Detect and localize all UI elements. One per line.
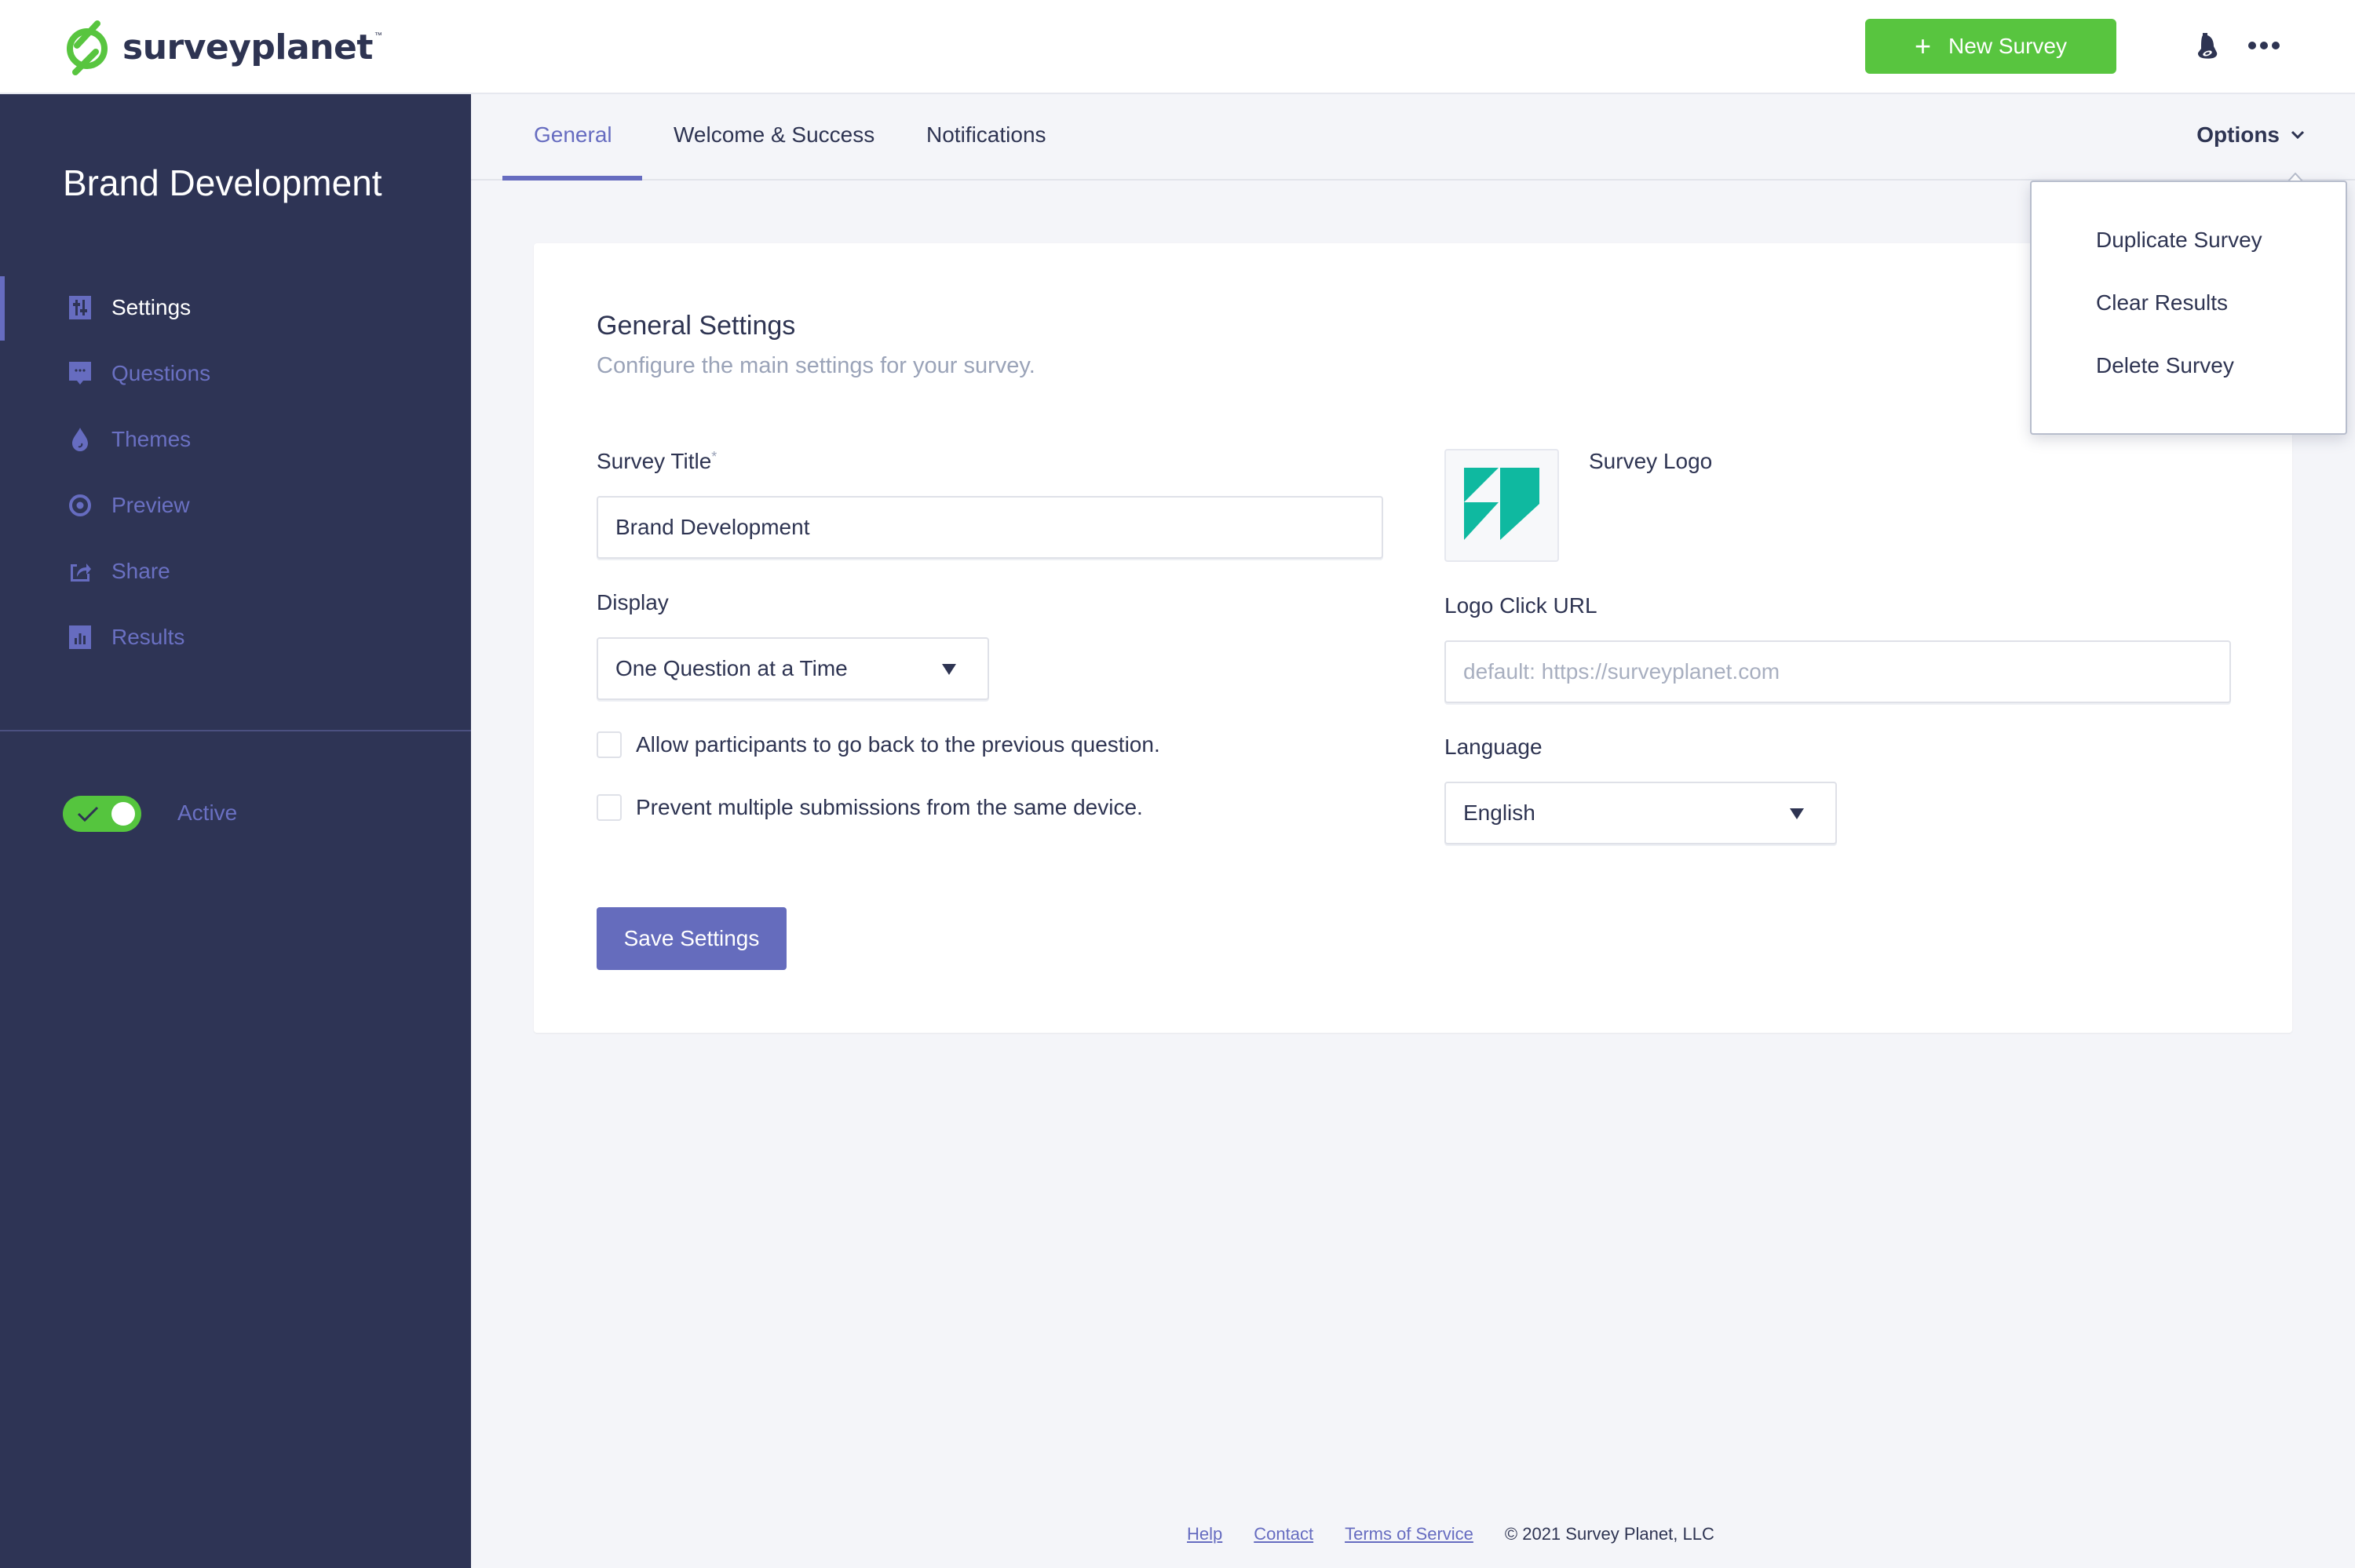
sidebar-item-label: Preview (111, 493, 190, 517)
brand-name: surveyplanet (122, 27, 373, 67)
droplet-icon (69, 428, 91, 451)
display-select-value: One Question at a Time (615, 656, 848, 680)
active-toggle[interactable] (63, 796, 141, 832)
sidebar-item-label: Results (111, 625, 185, 649)
sidebar: Brand Development Settings Questions The… (0, 94, 471, 1568)
sidebar-item-label: Share (111, 559, 170, 583)
tab-welcome-success[interactable]: Welcome & Success (674, 122, 874, 148)
chevron-down-icon (2291, 130, 2305, 140)
dot (2260, 42, 2268, 49)
sidebar-item-results[interactable]: Results (0, 604, 471, 670)
plus-icon: + (1915, 30, 1932, 62)
save-settings-button[interactable]: Save Settings (597, 907, 787, 970)
prevent-multiple-checkbox-row[interactable]: Prevent multiple submissions from the sa… (597, 794, 1143, 821)
eye-icon (69, 494, 91, 517)
footer-link-contact[interactable]: Contact (1254, 1524, 1313, 1544)
copyright: © 2021 Survey Planet, LLC (1504, 1524, 1714, 1544)
dropdown-arrow-icon (1790, 808, 1804, 819)
tab-bar: General Welcome & Success Notifications … (471, 96, 2355, 181)
bar-chart-icon (69, 625, 91, 649)
language-select-value: English (1463, 800, 1535, 825)
active-tab-indicator (502, 176, 642, 181)
sidebar-item-label: Themes (111, 427, 192, 451)
sidebar-item-label: Settings (111, 295, 192, 319)
general-settings-card: General Settings Configure the main sett… (534, 243, 2292, 1033)
top-bar: surveyplanet ™ + New Survey (0, 0, 2355, 94)
required-mark: * (711, 449, 717, 465)
tab-general[interactable]: General (534, 122, 612, 148)
survey-title-label-text: Survey Title (597, 449, 712, 473)
card-title: General Settings (597, 311, 796, 341)
active-toggle-label: Active (177, 800, 238, 825)
card-subtitle: Configure the main settings for your sur… (597, 353, 1035, 378)
survey-title-input[interactable]: Brand Development (597, 496, 1383, 559)
allow-go-back-checkbox-row[interactable]: Allow participants to go back to the pre… (597, 731, 1160, 758)
survey-logo-image (1464, 468, 1539, 540)
survey-title-label: Survey Title* (597, 449, 717, 474)
options-dropdown-menu: Duplicate Survey Clear Results Delete Su… (2030, 181, 2347, 435)
allow-go-back-checkbox[interactable] (597, 731, 622, 758)
sidebar-item-questions[interactable]: Questions (0, 341, 471, 407)
logo-click-url-input[interactable]: default: https://surveyplanet.com (1444, 640, 2231, 703)
prevent-multiple-checkbox[interactable] (597, 794, 622, 821)
brand-logo[interactable]: surveyplanet ™ (63, 17, 382, 77)
survey-logo-label: Survey Logo (1589, 449, 1713, 473)
sidebar-item-label: Questions (111, 361, 211, 385)
logo-click-url-label: Logo Click URL (1444, 593, 1597, 618)
display-select[interactable]: One Question at a Time (597, 637, 989, 700)
bell-icon[interactable] (2193, 31, 2220, 60)
sliders-icon (69, 296, 91, 319)
tab-notifications[interactable]: Notifications (926, 122, 1046, 148)
prevent-multiple-label: Prevent multiple submissions from the sa… (636, 795, 1143, 819)
dot (2272, 42, 2280, 49)
footer: Help Contact Terms of Service © 2021 Sur… (1187, 1524, 1714, 1544)
language-select[interactable]: English (1444, 782, 1837, 844)
dot (2248, 42, 2256, 49)
survey-title-heading: Brand Development (63, 162, 382, 203)
menu-item-duplicate-survey[interactable]: Duplicate Survey (2096, 228, 2262, 253)
language-label: Language (1444, 735, 1543, 759)
check-icon (77, 806, 99, 822)
sidebar-item-preview[interactable]: Preview (0, 472, 471, 538)
options-menu-button[interactable]: Options (2196, 122, 2305, 148)
sidebar-item-settings[interactable]: Settings (0, 275, 471, 341)
new-survey-label: New Survey (1948, 34, 2067, 58)
menu-item-clear-results[interactable]: Clear Results (2096, 290, 2228, 315)
speech-bubble-icon (69, 362, 91, 385)
toggle-knob (111, 802, 135, 826)
more-options-icon[interactable] (2248, 39, 2280, 52)
sidebar-divider (0, 730, 471, 731)
footer-link-help[interactable]: Help (1187, 1524, 1222, 1544)
options-label: Options (2196, 122, 2280, 147)
surveyplanet-logo-icon (67, 20, 108, 75)
sidebar-nav: Settings Questions Themes Preview Share (0, 275, 471, 670)
display-label: Display (597, 590, 669, 614)
dropdown-arrow-icon (942, 664, 956, 675)
new-survey-button[interactable]: + New Survey (1865, 19, 2116, 74)
sidebar-item-share[interactable]: Share (0, 538, 471, 604)
allow-go-back-label: Allow participants to go back to the pre… (636, 732, 1160, 757)
sidebar-item-themes[interactable]: Themes (0, 407, 471, 472)
brand-trademark: ™ (374, 31, 382, 40)
survey-logo-upload[interactable] (1444, 449, 1559, 562)
menu-item-delete-survey[interactable]: Delete Survey (2096, 353, 2234, 378)
footer-link-terms[interactable]: Terms of Service (1345, 1524, 1473, 1544)
share-icon (69, 560, 91, 583)
